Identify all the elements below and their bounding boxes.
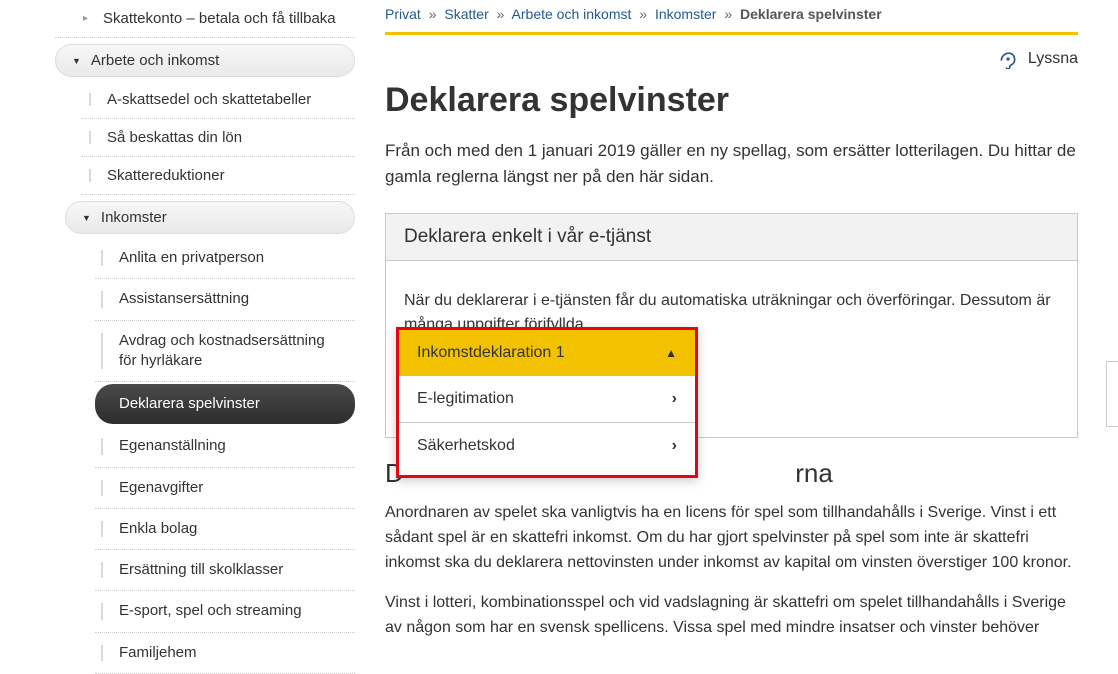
dropdown-selected[interactable]: Inkomstdeklaration 1 ▲ xyxy=(399,330,695,376)
sidebar-section-arbete[interactable]: ▼ Arbete och inkomst xyxy=(55,44,355,77)
breadcrumb-sep: » xyxy=(497,6,505,22)
sidebar-section-label: Inkomster xyxy=(101,209,167,226)
dropdown-option-elegitimation[interactable]: E-legitimation › xyxy=(399,376,695,423)
sidebar-item-label: Ersättning till skolklasser xyxy=(119,561,283,578)
sidebar-item-label: Så beskattas din lön xyxy=(107,129,242,146)
sidebar-item-label: Enkla bolag xyxy=(119,520,197,537)
listen-label: Lyssna xyxy=(1028,50,1078,68)
sidebar-section-inkomster[interactable]: ▼ Inkomster xyxy=(65,201,355,234)
heading-fragment-right: rna xyxy=(795,458,833,488)
breadcrumb-sep: » xyxy=(639,6,647,22)
date-chip: 07-03 xyxy=(1106,361,1118,427)
main-content: Privat » Skatter » Arbete och inkomst » … xyxy=(365,0,1118,644)
breadcrumb: Privat » Skatter » Arbete och inkomst » … xyxy=(385,0,1078,35)
dropdown-selected-label: Inkomstdeklaration 1 xyxy=(417,344,565,362)
chevron-down-icon: ▼ xyxy=(72,56,81,66)
sidebar-sublist-arbete: A-skattsedel och skattetabeller Så beska… xyxy=(55,81,355,195)
sidebar-item-label: Skattekonto – betala och få tillbaka xyxy=(103,10,336,27)
dropdown-option-label: E-legitimation xyxy=(417,390,514,408)
chevron-right-icon: › xyxy=(672,390,677,408)
sidebar-item-askattsedel[interactable]: A-skattsedel och skattetabeller xyxy=(81,81,355,119)
sidebar-item-label: E-sport, spel och streaming xyxy=(119,602,302,619)
page-title: Deklarera spelvinster xyxy=(385,81,1078,120)
sidebar-item-ersattning-skolklasser[interactable]: Ersättning till skolklasser xyxy=(95,550,355,591)
sidebar-item-enklabolag[interactable]: Enkla bolag xyxy=(95,509,355,550)
breadcrumb-link-skatter[interactable]: Skatter xyxy=(444,6,488,22)
dropdown-option-label: Säkerhetskod xyxy=(417,437,515,455)
chevron-down-icon: ▼ xyxy=(82,213,91,223)
panel-heading: Deklarera enkelt i vår e-tjänst xyxy=(386,214,1077,261)
sidebar-item-label: Assistansersättning xyxy=(119,290,249,307)
sidebar-item-label: Egenavgifter xyxy=(119,479,203,496)
sidebar-sublist-inkomster: Anlita en privatperson Assistansersättni… xyxy=(55,238,355,674)
sidebar-item-familjehem[interactable]: Familjehem xyxy=(95,633,355,674)
sidebar-item-sabeskattas[interactable]: Så beskattas din lön xyxy=(81,119,355,157)
ear-icon xyxy=(998,49,1018,69)
sidebar-item-assistans[interactable]: Assistansersättning xyxy=(95,279,355,320)
sidebar-item-label: Deklarera spelvinster xyxy=(119,395,260,412)
breadcrumb-link-privat[interactable]: Privat xyxy=(385,6,421,22)
breadcrumb-sep: » xyxy=(429,6,437,22)
sidebar-item-egenavgifter[interactable]: Egenavgifter xyxy=(95,468,355,509)
sidebar-section-label: Arbete och inkomst xyxy=(91,52,219,69)
sidebar-item-label: Familjehem xyxy=(119,644,197,661)
sidebar-item-label: Avdrag och kostnadsersättning för hyrläk… xyxy=(119,332,325,369)
body-paragraph-2: Vinst i lotteri, kombinationsspel och vi… xyxy=(385,591,1078,641)
chevron-right-icon: › xyxy=(672,437,677,455)
sidebar-item-egenanstallning[interactable]: Egenanställning xyxy=(95,426,355,467)
sidebar-item-deklarera-spelvinster[interactable]: Deklarera spelvinster xyxy=(95,384,355,424)
sidebar-item-label: Egenanställning xyxy=(119,437,226,454)
sidebar: ▸ Skattekonto – betala och få tillbaka ▼… xyxy=(0,0,365,644)
sidebar-item-skattekonto[interactable]: ▸ Skattekonto – betala och få tillbaka xyxy=(55,0,355,38)
sidebar-item-label: Skattereduktioner xyxy=(107,167,225,184)
sidebar-item-avdrag[interactable]: Avdrag och kostnadsersättning för hyrläk… xyxy=(95,321,355,383)
breadcrumb-current: Deklarera spelvinster xyxy=(740,6,882,22)
sidebar-item-anlita[interactable]: Anlita en privatperson xyxy=(95,238,355,279)
sidebar-item-label: Anlita en privatperson xyxy=(119,249,264,266)
listen-button[interactable]: Lyssna xyxy=(385,35,1078,75)
chevron-right-icon: ▸ xyxy=(83,13,88,24)
sidebar-item-skattereduktioner[interactable]: Skattereduktioner xyxy=(81,157,355,195)
sidebar-item-label: A-skattsedel och skattetabeller xyxy=(107,91,311,108)
intro-text: Från och med den 1 januari 2019 gäller e… xyxy=(385,138,1078,189)
body-paragraph-1: Anordnaren av spelet ska vanligtvis ha e… xyxy=(385,501,1078,575)
dropdown-option-sakerhetskod[interactable]: Säkerhetskod › xyxy=(399,423,695,469)
breadcrumb-link-inkomster[interactable]: Inkomster xyxy=(655,6,716,22)
login-dropdown: Inkomstdeklaration 1 ▲ E-legitimation › … xyxy=(396,327,698,478)
breadcrumb-link-arbete[interactable]: Arbete och inkomst xyxy=(512,6,632,22)
breadcrumb-sep: » xyxy=(724,6,732,22)
chevron-up-icon: ▲ xyxy=(665,346,677,360)
sidebar-item-esport[interactable]: E-sport, spel och streaming xyxy=(95,591,355,632)
